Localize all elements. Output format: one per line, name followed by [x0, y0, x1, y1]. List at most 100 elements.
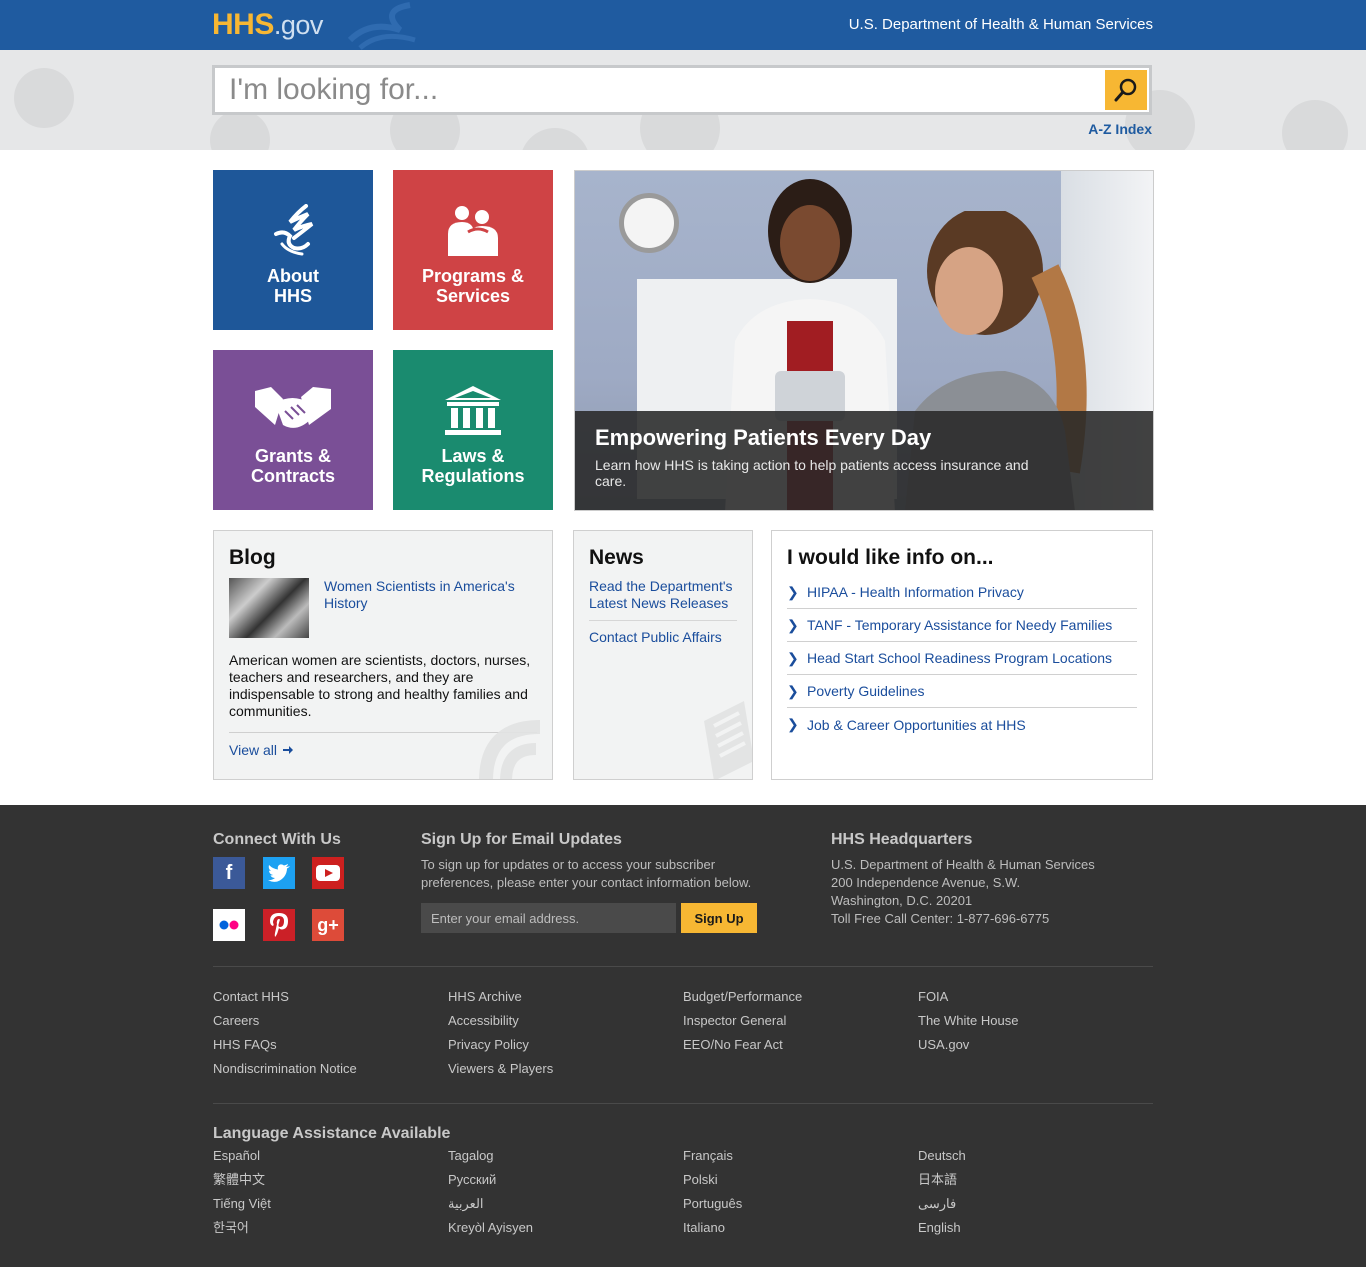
footer-link[interactable]: Privacy Policy	[448, 1033, 553, 1057]
footer: Connect With Us f g+ Sign Up for Email U…	[0, 805, 1366, 1267]
info-link[interactable]: HIPAA - Health Information Privacy	[807, 584, 1024, 600]
language-link[interactable]: English	[918, 1216, 966, 1240]
email-heading: Sign Up for Email Updates	[421, 831, 622, 848]
footer-link[interactable]: HHS Archive	[448, 985, 553, 1009]
pinterest-icon[interactable]	[263, 909, 295, 941]
language-link[interactable]: 繁體中文	[213, 1168, 271, 1192]
footer-link[interactable]: Nondiscrimination Notice	[213, 1057, 357, 1081]
info-link[interactable]: Job & Career Opportunities at HHS	[807, 717, 1026, 733]
blog-panel: Blog Women Scientists in America's Histo…	[213, 530, 553, 780]
hq-heading: HHS Headquarters	[831, 831, 973, 848]
list-item[interactable]: ❯ HIPAA - Health Information Privacy	[787, 576, 1137, 609]
footer-link[interactable]: Inspector General	[683, 1009, 802, 1033]
list-item[interactable]: ❯ Job & Career Opportunities at HHS	[787, 708, 1137, 741]
info-link[interactable]: Poverty Guidelines	[807, 683, 925, 699]
hero-subtitle: Learn how HHS is taking action to help p…	[595, 457, 1029, 489]
language-col-1: Español 繁體中文 Tiếng Việt 한국어	[213, 1144, 271, 1240]
hq-line: U.S. Department of Health & Human Servic…	[831, 857, 1095, 872]
youtube-icon[interactable]	[312, 857, 344, 889]
flickr-icon[interactable]	[213, 909, 245, 941]
top-header-bar: HHS.gov U.S. Department of Health & Huma…	[0, 0, 1366, 50]
tile-grants-label: Grants & Contracts	[250, 446, 335, 486]
footer-link[interactable]: HHS FAQs	[213, 1033, 357, 1057]
language-col-4: Deutsch 日本語 فارسی English	[918, 1144, 966, 1240]
footer-link[interactable]: Contact HHS	[213, 985, 357, 1009]
logo-main-text: HHS	[212, 8, 274, 41]
language-link[interactable]: العربية	[448, 1192, 533, 1216]
language-link[interactable]: Tiếng Việt	[213, 1192, 271, 1216]
tile-laws-regulations[interactable]: Laws & Regulations	[393, 350, 553, 510]
building-icon	[443, 380, 503, 440]
blog-post-link[interactable]: Women Scientists in America's History	[324, 578, 537, 638]
footer-link[interactable]: Viewers & Players	[448, 1057, 553, 1081]
hhs-logo[interactable]: HHS.gov	[212, 8, 323, 42]
hq-line: 200 Independence Avenue, S.W.	[831, 875, 1021, 890]
language-link[interactable]: Polski	[683, 1168, 742, 1192]
facebook-icon[interactable]: f	[213, 857, 245, 889]
language-link[interactable]: Español	[213, 1144, 271, 1168]
news-heading: News	[589, 546, 644, 569]
email-description: To sign up for updates or to access your…	[421, 857, 752, 890]
search-box	[212, 65, 1152, 115]
language-link[interactable]: 日本語	[918, 1168, 966, 1192]
footer-links-col-1: Contact HHS Careers HHS FAQs Nondiscrimi…	[213, 985, 357, 1081]
list-item[interactable]: ❯ Head Start School Readiness Program Lo…	[787, 642, 1137, 675]
tile-about-hhs[interactable]: About HHS	[213, 170, 373, 330]
language-link[interactable]: Kreyòl Ayisyen	[448, 1216, 533, 1240]
dna-background-icon	[1282, 100, 1348, 150]
hero-banner[interactable]: Empowering Patients Every Day Learn how …	[574, 170, 1154, 511]
footer-link[interactable]: FOIA	[918, 985, 1018, 1009]
blog-post: Women Scientists in America's History	[229, 578, 537, 638]
news-releases-link[interactable]: Read the Department's Latest News Releas…	[589, 578, 737, 612]
az-index-link[interactable]: A-Z Index	[1088, 121, 1152, 137]
chevron-right-icon: ❯	[787, 716, 799, 732]
footer-link[interactable]: The White House	[918, 1009, 1018, 1033]
footer-link[interactable]: Budget/Performance	[683, 985, 802, 1009]
search-button[interactable]	[1105, 70, 1147, 110]
chevron-right-icon: ❯	[787, 649, 799, 666]
rss-watermark-icon	[479, 720, 541, 779]
google-plus-icon[interactable]: g+	[312, 909, 344, 941]
tile-grants-contracts[interactable]: Grants & Contracts	[213, 350, 373, 510]
language-link[interactable]: 한국어	[213, 1216, 271, 1240]
language-link[interactable]: Français	[683, 1144, 742, 1168]
list-item[interactable]: ❯ Poverty Guidelines	[787, 675, 1137, 708]
department-name[interactable]: U.S. Department of Health & Human Servic…	[849, 16, 1153, 33]
footer-link[interactable]: EEO/No Fear Act	[683, 1033, 802, 1057]
background-icon	[210, 110, 270, 150]
contact-public-affairs-link[interactable]: Contact Public Affairs	[589, 629, 737, 646]
search-input[interactable]	[229, 72, 1089, 108]
signup-button[interactable]: Sign Up	[681, 903, 757, 933]
arrow-right-icon	[283, 746, 293, 754]
footer-link[interactable]: USA.gov	[918, 1033, 1018, 1057]
language-link[interactable]: Tagalog	[448, 1144, 533, 1168]
background-icon	[520, 128, 590, 150]
hero-title[interactable]: Empowering Patients Every Day	[595, 425, 1135, 451]
footer-link[interactable]: Careers	[213, 1009, 357, 1033]
connect-heading: Connect With Us	[213, 831, 341, 848]
info-link[interactable]: Head Start School Readiness Program Loca…	[807, 650, 1112, 666]
footer-link[interactable]: Accessibility	[448, 1009, 553, 1033]
language-link[interactable]: فارسی	[918, 1192, 966, 1216]
tile-about-label: About HHS	[267, 266, 319, 306]
people-icon	[444, 200, 502, 260]
chevron-right-icon: ❯	[787, 616, 799, 633]
twitter-icon[interactable]	[263, 857, 295, 889]
language-link[interactable]: Deutsch	[918, 1144, 966, 1168]
email-input[interactable]	[421, 903, 676, 933]
view-all-link[interactable]: View all	[229, 742, 293, 758]
blog-thumbnail-image[interactable]	[229, 578, 309, 638]
footer-links-col-3: Budget/Performance Inspector General EEO…	[683, 985, 802, 1057]
search-icon	[1114, 78, 1137, 102]
list-item[interactable]: ❯ TANF - Temporary Assistance for Needy …	[787, 609, 1137, 642]
chevron-right-icon: ❯	[787, 583, 799, 600]
heart-background-icon	[14, 68, 74, 128]
handshake-icon	[253, 380, 333, 440]
tile-programs-services[interactable]: Programs & Services	[393, 170, 553, 330]
chevron-right-icon: ❯	[787, 682, 799, 699]
language-link[interactable]: Italiano	[683, 1216, 742, 1240]
info-link[interactable]: TANF - Temporary Assistance for Needy Fa…	[807, 617, 1112, 633]
language-link[interactable]: Português	[683, 1192, 742, 1216]
language-link[interactable]: Русский	[448, 1168, 533, 1192]
tile-laws-label: Laws & Regulations	[421, 446, 525, 486]
